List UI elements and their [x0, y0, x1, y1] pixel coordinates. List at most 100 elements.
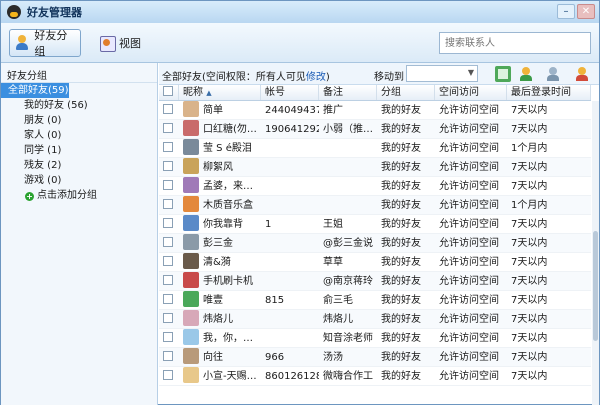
- friend-group-button[interactable]: 好友分组: [9, 29, 81, 58]
- add-friend-icon[interactable]: [519, 66, 535, 82]
- table-row[interactable]: 口红糖(勿… 1906412920 小弱（推… 我的好友 允许访问空间 7天以内: [159, 120, 591, 139]
- move-to-select[interactable]: ▼: [406, 65, 478, 82]
- group-item-friends[interactable]: 朋友 (0): [1, 113, 157, 128]
- group-item-family[interactable]: 家人 (0): [1, 128, 157, 143]
- group-item-disabled-friends[interactable]: 残友 (2): [1, 158, 157, 173]
- account-cell: [261, 329, 319, 347]
- group-cell: 我的好友: [381, 352, 421, 363]
- row-checkbox-cell[interactable]: [159, 329, 179, 347]
- row-checkbox[interactable]: [163, 180, 173, 190]
- select-all-checkbox[interactable]: [163, 86, 173, 96]
- column-last-login[interactable]: 最后登录时间: [507, 85, 591, 100]
- select-all-checkbox-cell[interactable]: [159, 85, 179, 100]
- row-checkbox-cell[interactable]: [159, 196, 179, 214]
- table-row[interactable]: 向往 966 汤汤 我的好友 允许访问空间 7天以内: [159, 348, 591, 367]
- table-row[interactable]: 你我靠背 1 王姐 我的好友 允许访问空间 7天以内: [159, 215, 591, 234]
- remark-cell: 炜烙儿: [323, 314, 353, 325]
- table-row[interactable]: 木质音乐盒 我的好友 允许访问空间 1个月内: [159, 196, 591, 215]
- row-checkbox-cell[interactable]: [159, 367, 179, 385]
- group-cell: 我的好友: [381, 143, 421, 154]
- nickname-cell: 清&漪: [179, 253, 261, 271]
- search-input[interactable]: [439, 32, 591, 54]
- column-account[interactable]: 帐号: [261, 85, 319, 100]
- title-bar[interactable]: 好友管理器 – ✕: [1, 1, 599, 23]
- row-checkbox[interactable]: [163, 256, 173, 266]
- view-button[interactable]: 视图: [93, 29, 153, 57]
- row-checkbox-cell[interactable]: [159, 215, 179, 233]
- sort-asc-icon: ▲: [206, 89, 212, 97]
- group-item-classmates[interactable]: 同学 (1): [1, 143, 157, 158]
- row-checkbox[interactable]: [163, 370, 173, 380]
- column-group[interactable]: 分组: [377, 85, 435, 100]
- export-icon[interactable]: [495, 66, 511, 82]
- account-cell: 815: [265, 295, 285, 306]
- row-checkbox[interactable]: [163, 142, 173, 152]
- row-checkbox[interactable]: [163, 313, 173, 323]
- contact-settings-icon[interactable]: [546, 66, 562, 82]
- group-cell: 我的好友: [381, 200, 421, 211]
- window-controls: – ✕: [557, 4, 595, 19]
- row-checkbox[interactable]: [163, 332, 173, 342]
- row-checkbox-cell[interactable]: [159, 234, 179, 252]
- row-checkbox-cell[interactable]: [159, 253, 179, 271]
- add-group-button[interactable]: + 点击添加分组: [1, 188, 157, 204]
- row-checkbox[interactable]: [163, 104, 173, 114]
- table-row[interactable]: 莹 S é殿泪 我的好友 允许访问空间 1个月内: [159, 139, 591, 158]
- column-nickname[interactable]: 昵称 ▲: [179, 85, 261, 100]
- avatar: [183, 348, 199, 364]
- table-row[interactable]: 孟婆，来… 我的好友 允许访问空间 7天以内: [159, 177, 591, 196]
- friend-list-toolbar: 全部好友(空间权限：所有人可见修改) 移动到 ▼: [159, 63, 599, 85]
- row-checkbox[interactable]: [163, 351, 173, 361]
- table-row[interactable]: 小宣-天赐… 860126128 微嗨合作工 我的好友 允许访问空间 7天以内: [159, 367, 591, 386]
- row-checkbox[interactable]: [163, 161, 173, 171]
- row-checkbox-cell[interactable]: [159, 101, 179, 119]
- minimize-button[interactable]: –: [557, 4, 575, 19]
- row-checkbox-cell[interactable]: [159, 120, 179, 138]
- table-row[interactable]: 唯壹 815 俞三毛 我的好友 允许访问空间 7天以内: [159, 291, 591, 310]
- account-cell: [261, 139, 319, 157]
- table-body: 简单2440494378推广我的好友允许访问空间7天以内口红糖(勿…190641…: [159, 101, 591, 386]
- row-checkbox[interactable]: [163, 237, 173, 247]
- column-space-access[interactable]: 空间访问: [435, 85, 507, 100]
- row-checkbox-cell[interactable]: [159, 348, 179, 366]
- group-item-all[interactable]: 全部好友(59): [1, 83, 69, 98]
- table-row[interactable]: 手机刷卡机 @南京蒋玲 我的好友 允许访问空间 7天以内: [159, 272, 591, 291]
- row-checkbox-cell[interactable]: [159, 310, 179, 328]
- vertical-scrollbar[interactable]: [592, 101, 599, 405]
- table-row[interactable]: 我，你，… 知音涂老师 我的好友 允许访问空间 7天以内: [159, 329, 591, 348]
- space-access-cell: 允许访问空间: [439, 143, 499, 154]
- table-row[interactable]: 清&漪 草草 我的好友 允许访问空间 7天以内: [159, 253, 591, 272]
- row-checkbox[interactable]: [163, 199, 173, 209]
- column-remark[interactable]: 备注: [319, 85, 377, 100]
- close-button[interactable]: ✕: [577, 4, 595, 19]
- space-access-cell: 允许访问空间: [439, 314, 499, 325]
- last-login-cell: 7天以内: [511, 371, 548, 382]
- table-row[interactable]: 彭三金 @彭三金说 我的好友 允许访问空间 7天以内: [159, 234, 591, 253]
- table-row[interactable]: 柳絮风 我的好友 允许访问空间 7天以内: [159, 158, 591, 177]
- nickname-cell: 柳絮风: [179, 158, 261, 176]
- delete-friend-icon[interactable]: [575, 66, 591, 82]
- last-login-cell: 7天以内: [511, 276, 548, 287]
- nickname-cell: 木质音乐盒: [179, 196, 261, 214]
- row-checkbox-cell[interactable]: [159, 177, 179, 195]
- row-checkbox[interactable]: [163, 275, 173, 285]
- row-checkbox-cell[interactable]: [159, 291, 179, 309]
- modify-permission-link[interactable]: 修改: [306, 72, 326, 83]
- group-item-my-friends[interactable]: 我的好友 (56): [1, 98, 157, 113]
- space-access-cell: 允许访问空间: [439, 124, 499, 135]
- row-checkbox[interactable]: [163, 123, 173, 133]
- row-checkbox-cell[interactable]: [159, 272, 179, 290]
- view-icon: [99, 35, 116, 52]
- row-checkbox-cell[interactable]: [159, 158, 179, 176]
- scrollbar-thumb[interactable]: [593, 231, 598, 341]
- group-item-games[interactable]: 游戏 (0): [1, 173, 157, 188]
- row-checkbox[interactable]: [163, 218, 173, 228]
- table-row[interactable]: 简单 2440494378 推广 我的好友 允许访问空间 7天以内: [159, 101, 591, 120]
- space-access-cell: 允许访问空间: [439, 276, 499, 287]
- nickname-cell: 小宣-天赐…: [179, 367, 261, 385]
- row-checkbox-cell[interactable]: [159, 139, 179, 157]
- avatar: [183, 177, 199, 193]
- table-row[interactable]: 炜烙儿 炜烙儿 我的好友 允许访问空间 7天以内: [159, 310, 591, 329]
- row-checkbox[interactable]: [163, 294, 173, 304]
- remark-cell: 小弱（推…: [323, 124, 373, 135]
